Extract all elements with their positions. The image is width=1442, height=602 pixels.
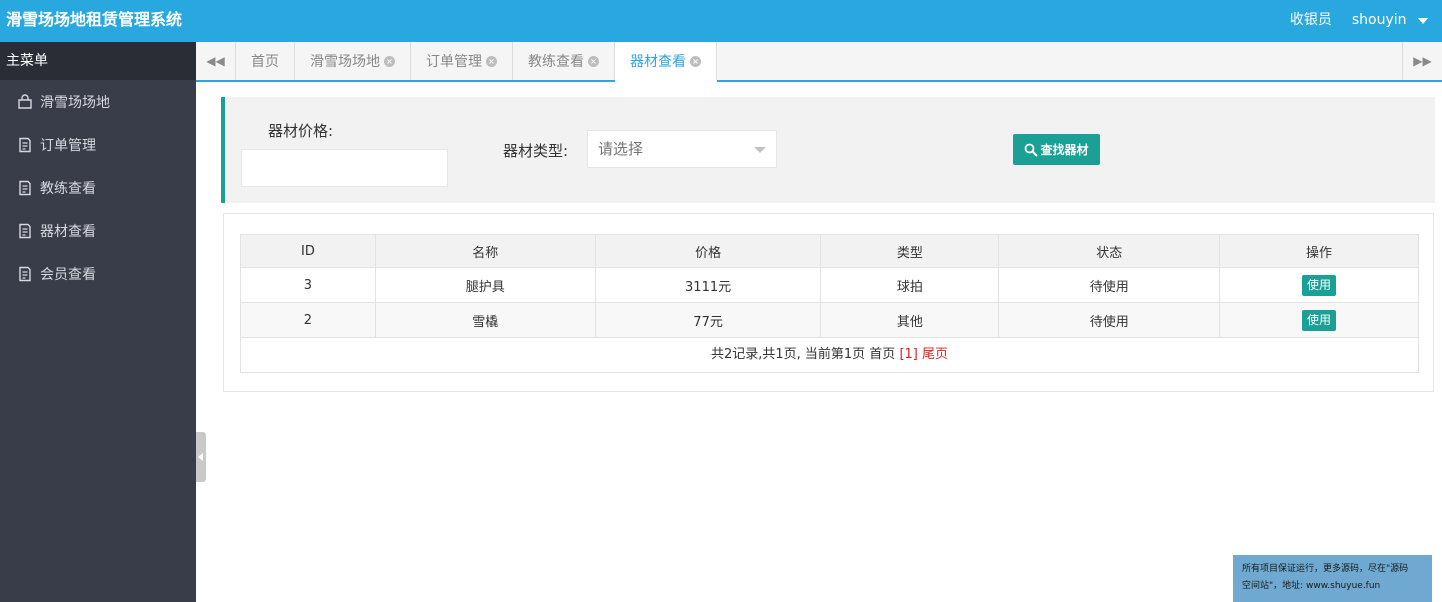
close-icon[interactable]: × (384, 55, 395, 67)
search-button-label[interactable]: 查找器材 (1040, 141, 1088, 158)
tab-label[interactable]: 教练查看 (528, 51, 584, 71)
cell-name: 雪橇 (374, 302, 596, 338)
caret-down-icon[interactable] (1418, 18, 1428, 24)
bag-icon (17, 93, 33, 110)
price-label: 器材价格: (268, 122, 334, 140)
cell-action: 使用 (1219, 267, 1419, 303)
watermark-notice: 所有项目保证运行，更多源码，尽在"源码 空间站"，地址: www.shuyue.… (1233, 555, 1432, 602)
document-icon (17, 266, 33, 282)
equipment-table: ID 名称 价格 类型 状态 操作 3 腿护具 3111元 球拍 待使用 使用 … (240, 234, 1419, 373)
sidebar-item-label: 会员查看 (40, 266, 96, 283)
sidebar-item-label: 教练查看 (40, 180, 96, 197)
close-icon[interactable]: × (486, 55, 497, 67)
sidebar-item-equipment[interactable]: 器材查看 (0, 209, 196, 252)
watermark-line: 所有项目保证运行，更多源码，尽在"源码 (1242, 564, 1409, 574)
double-arrow-right-icon[interactable]: ▶▶ (1413, 54, 1431, 68)
cell-status: 待使用 (998, 267, 1221, 303)
tab-scroll-right-button[interactable]: ▶▶ (1402, 42, 1442, 80)
chevron-down-icon[interactable] (754, 147, 766, 153)
cell-id: 3 (240, 267, 376, 303)
cell-id: 2 (240, 302, 376, 338)
equipment-table-panel: ID 名称 价格 类型 状态 操作 3 腿护具 3111元 球拍 待使用 使用 … (223, 213, 1434, 392)
price-input[interactable] (241, 149, 448, 187)
tab-coaches[interactable]: 教练查看 × (513, 42, 615, 80)
close-icon[interactable]: × (690, 55, 701, 67)
search-equipment-button[interactable]: 查找器材 (1013, 134, 1100, 165)
sidebar-collapse-handle[interactable] (196, 432, 206, 482)
sidebar-item-label: 滑雪场场地 (40, 94, 110, 111)
username[interactable]: shouyin (1352, 12, 1407, 28)
tab-list: 首页 滑雪场场地 × 订单管理 × 教练查看 × 器材查看 × (236, 42, 717, 82)
pager-current-page[interactable]: [1] (899, 347, 917, 362)
table-row: 3 腿护具 3111元 球拍 待使用 使用 (240, 267, 1419, 303)
cell-name: 腿护具 (374, 267, 596, 303)
column-header: 操作 (1219, 234, 1419, 268)
type-select-placeholder[interactable]: 请选择 (598, 140, 643, 158)
sidebar-item-members[interactable]: 会员查看 (0, 252, 196, 295)
tab-label[interactable]: 首页 (251, 51, 279, 71)
sidebar-item-label: 器材查看 (40, 223, 96, 240)
tab-equipment[interactable]: 器材查看 × (615, 42, 717, 82)
role-label: 收银员 (1289, 12, 1332, 28)
user-area: 收银员 shouyin (1290, 0, 1428, 40)
cell-type: 球拍 (820, 267, 1000, 303)
cell-price: 77元 (594, 302, 822, 338)
close-icon[interactable]: × (588, 55, 599, 67)
document-icon (17, 137, 33, 153)
sidebar-item-orders[interactable]: 订单管理 (0, 123, 196, 166)
pager-last-page-link[interactable]: 尾页 (922, 347, 948, 362)
tab-label[interactable]: 器材查看 (630, 51, 686, 71)
sidebar-item-coaches[interactable]: 教练查看 (0, 166, 196, 209)
cell-status: 待使用 (998, 302, 1221, 338)
column-header: 状态 (998, 234, 1221, 268)
top-header: 滑雪场场地租赁管理系统 收银员 shouyin (0, 0, 1442, 42)
tab-ski-field[interactable]: 滑雪场场地 × (295, 42, 411, 80)
watermark-line: 空间站"，地址: www.shuyue.fun (1242, 581, 1381, 591)
tab-label[interactable]: 滑雪场场地 (310, 51, 380, 71)
pager: 共2记录,共1页, 当前第1页 首页 [1] 尾页 (240, 337, 1419, 373)
type-select[interactable]: 请选择 (587, 130, 777, 168)
search-panel: 器材价格: 器材类型: 请选择 查找器材 (221, 97, 1435, 203)
use-button[interactable]: 使用 (1302, 309, 1337, 331)
cell-action: 使用 (1219, 302, 1419, 338)
pager-row: 共2记录,共1页, 当前第1页 首页 [1] 尾页 (240, 337, 1419, 373)
search-icon[interactable] (1024, 143, 1039, 157)
document-icon (17, 180, 33, 196)
tab-orders[interactable]: 订单管理 × (411, 42, 513, 80)
sidebar-item-ski-field[interactable]: 滑雪场场地 (0, 80, 196, 123)
table-row: 2 雪橇 77元 其他 待使用 使用 (240, 302, 1419, 338)
column-header: ID (240, 234, 376, 268)
tab-bar: ◀◀ 首页 滑雪场场地 × 订单管理 × 教练查看 × 器材查看 × ▶▶ (196, 42, 1442, 82)
double-arrow-left-icon[interactable]: ◀◀ (206, 54, 224, 68)
tab-home[interactable]: 首页 (236, 42, 295, 80)
tab-label[interactable]: 订单管理 (426, 51, 482, 71)
column-header: 价格 (594, 234, 822, 268)
sidebar: 主菜单 滑雪场场地 订单管理 教练查看 器材查看 会员查看 (0, 42, 196, 602)
user-menu-toggle[interactable]: shouyin (1352, 0, 1428, 40)
column-header: 名称 (374, 234, 596, 268)
sidebar-title: 主菜单 (0, 42, 196, 80)
column-header: 类型 (820, 234, 1000, 268)
app-title: 滑雪场场地租赁管理系统 (6, 10, 183, 29)
document-icon (17, 223, 33, 239)
use-button[interactable]: 使用 (1302, 274, 1337, 296)
tab-scroll-left-button[interactable]: ◀◀ (196, 42, 236, 80)
cell-type: 其他 (820, 302, 1000, 338)
type-label: 器材类型: (503, 142, 569, 160)
chevron-left-icon[interactable] (198, 453, 203, 461)
pager-summary: 共2记录,共1页, 当前第1页 首页 (710, 347, 896, 362)
sidebar-item-label: 订单管理 (40, 137, 96, 154)
cell-price: 3111元 (594, 267, 822, 303)
table-header-row: ID 名称 价格 类型 状态 操作 (240, 234, 1419, 268)
